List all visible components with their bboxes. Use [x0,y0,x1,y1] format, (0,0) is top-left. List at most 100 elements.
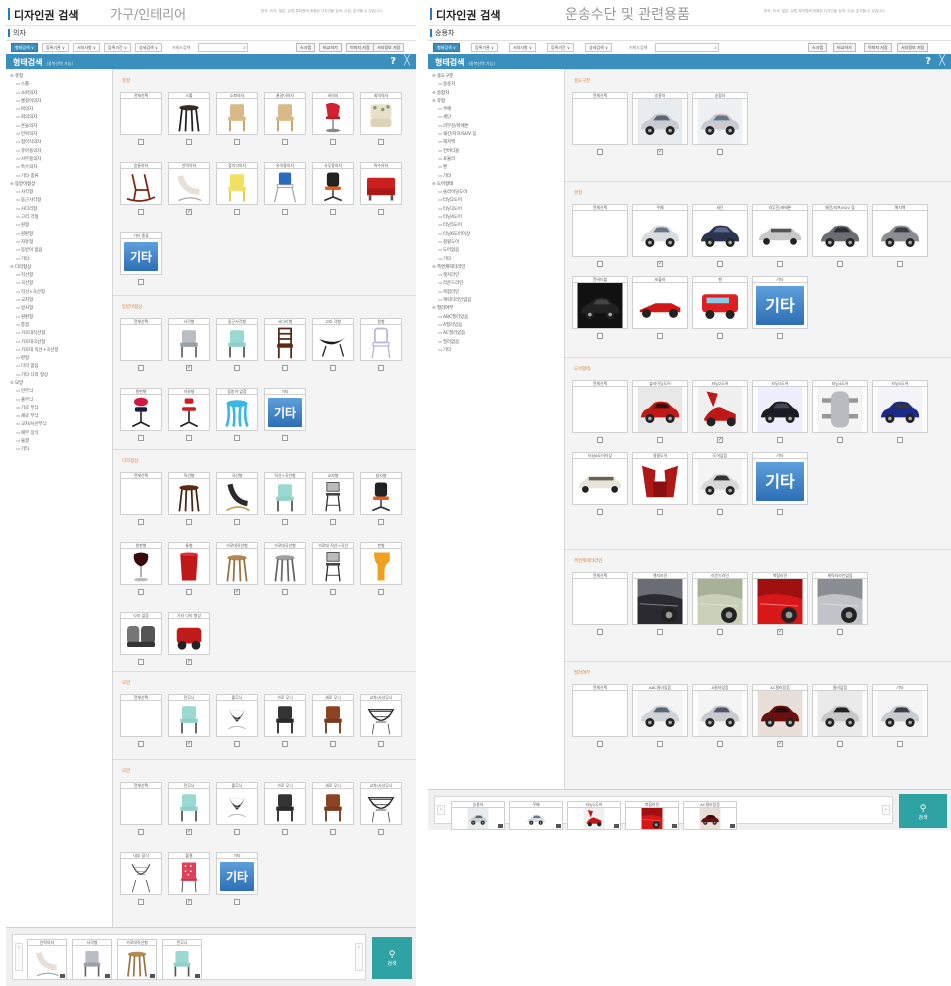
tree-item[interactable]: ▭줄무늬 [10,397,112,405]
keyword-search-input[interactable]: ⌕ [198,43,248,52]
tree-item[interactable]: ▭세단 [432,114,564,122]
checkbox[interactable] [138,589,144,595]
shape-card[interactable]: 전체선택 [120,782,162,835]
select-all-thumb[interactable] [572,387,628,433]
shape-thumbnail[interactable] [360,325,402,361]
shape-card[interactable]: 기타 기타 [752,276,808,339]
shape-card[interactable]: 가로 무늬 [264,782,306,835]
selected-item[interactable]: 터닝2도어 [567,801,621,830]
tree-item[interactable]: ▭방사형 [10,305,112,313]
checkbox[interactable] [282,209,288,215]
search-icon[interactable]: ⌕ [714,45,717,51]
shape-thumbnail[interactable] [812,387,868,433]
shape-thumbnail[interactable] [312,325,354,361]
remove-icon[interactable] [730,824,735,828]
tree-item[interactable]: ▭등받이 없음 [10,247,112,255]
tree-item[interactable]: ▭쿠페 [432,106,564,114]
tree-group[interactable]: ⊖등받이형상 [10,181,112,189]
shape-card[interactable]: 원형 [360,318,402,371]
tree-item[interactable]: ▭세로 무늬 [10,413,112,421]
select-all-thumb[interactable] [572,211,628,257]
checkbox[interactable] [897,437,903,443]
checkbox[interactable] [717,629,723,635]
shape-thumbnail[interactable] [264,701,306,737]
checkbox[interactable] [138,139,144,145]
shape-card[interactable]: 교차/사선무늬 [360,782,402,835]
shape-card[interactable]: 가로 무늬 [264,694,306,747]
checkbox[interactable] [837,629,843,635]
shape-card[interactable]: 도어없음 [692,452,748,515]
tree-item[interactable]: ▭바의자 [10,106,112,114]
shape-thumbnail[interactable] [168,99,210,135]
shape-thumbnail[interactable] [632,691,688,737]
checkbox[interactable] [777,437,783,443]
tree-item[interactable]: ▭원형 [10,222,112,230]
shape-thumbnail[interactable] [632,283,688,329]
tree-item[interactable]: ▭필러없음 [432,339,564,347]
tree-item[interactable]: ▭리무진/파에톤 [432,123,564,131]
shape-thumbnail[interactable] [752,691,808,737]
shape-card[interactable]: 컨버티블 [572,276,628,339]
shape-card[interactable]: 원판형 [120,542,162,595]
shape-thumbnail[interactable] [216,169,258,205]
shape-card[interactable]: 둥근사각형 [216,318,258,371]
shape-thumbnail[interactable] [216,99,258,135]
tree-group[interactable]: ⊖도어형태 [432,181,564,189]
shape-thumbnail[interactable] [264,549,306,585]
shape-card[interactable]: 고리 각형 [312,318,354,371]
tree-item[interactable]: ▭기로 무늬 [10,405,112,413]
shape-card[interactable]: 세로 무늬 [312,694,354,747]
tree-item[interactable]: ▭회의의자 [10,114,112,122]
checkbox[interactable] [777,333,783,339]
shape-thumbnail[interactable] [312,99,354,135]
tree-item[interactable]: ▭사무용의자 [10,156,112,164]
shape-thumbnail[interactable] [264,325,306,361]
shape-card[interactable]: 엣지라인 [632,572,688,635]
tree-item[interactable]: ▭해치백 [432,139,564,147]
shape-card[interactable]: 포뮬러 [632,276,688,339]
shape-card[interactable]: 유아용의자 [264,162,306,215]
remove-icon[interactable] [195,974,200,978]
shape-card[interactable]: 터닝4도어 [812,380,868,443]
checkbox[interactable] [597,741,603,747]
shape-card[interactable]: 승합차 [692,92,748,155]
shape-thumbnail[interactable] [168,479,210,515]
tree-item[interactable]: ▭엣지라인 [432,272,564,280]
shape-thumbnail[interactable] [872,387,928,433]
shape-card[interactable]: 등받이 없음 [216,388,258,441]
toolbar-button-1[interactable]: 비교하기 [319,43,342,52]
tree-item[interactable]: ▭기타 종류 [10,173,112,181]
checkbox[interactable] [717,149,723,155]
checkbox-checked[interactable]: ✓ [717,437,723,443]
toolbar-tab-2[interactable]: 서지사항 ∨ [73,43,100,52]
checkbox[interactable] [657,437,663,443]
checkbox[interactable] [897,741,903,747]
selected-item[interactable]: 안락의자 [27,939,67,980]
tree-item[interactable]: ▭라운드라인 [432,280,564,288]
toolbar-tab-0[interactable]: 형태검색 ∨ [433,43,460,52]
shape-thumbnail[interactable] [264,99,306,135]
shape-card[interactable]: 교차형 [312,472,354,525]
search-button[interactable]: ⚲ 검색 [372,937,412,979]
checkbox[interactable] [282,829,288,835]
tree-item[interactable]: ▭원판형 [10,314,112,322]
shape-card[interactable]: 리무진/파에톤 [752,204,808,267]
select-all-thumb[interactable] [120,789,162,825]
select-all-thumb[interactable] [572,691,628,737]
shape-thumbnail[interactable]: 기타 [216,859,258,895]
shape-card[interactable]: 소파의자 [216,92,258,145]
tree-item[interactable]: ▭A필러있음 [432,322,564,330]
shape-thumbnail[interactable] [120,619,162,655]
tree-item[interactable]: ▭가로대직선형 [10,330,112,338]
shape-thumbnail[interactable] [572,459,628,505]
shape-card[interactable]: 기타 기타 [216,852,258,905]
shape-card[interactable]: 교차/사선무늬 [360,694,402,747]
shape-card[interactable]: 회의의자 [360,92,402,145]
toolbar-button-3[interactable]: 서지정보 저장 [897,43,929,52]
tree-item[interactable]: ▭ABC필러있음 [432,314,564,322]
shape-card[interactable]: 전체선택 [572,572,628,635]
tree-item[interactable]: ▭기타 [432,256,564,264]
remove-icon[interactable] [498,824,503,828]
shape-thumbnail[interactable] [168,549,210,585]
tree-item[interactable]: ▭둥근사각형 [10,197,112,205]
